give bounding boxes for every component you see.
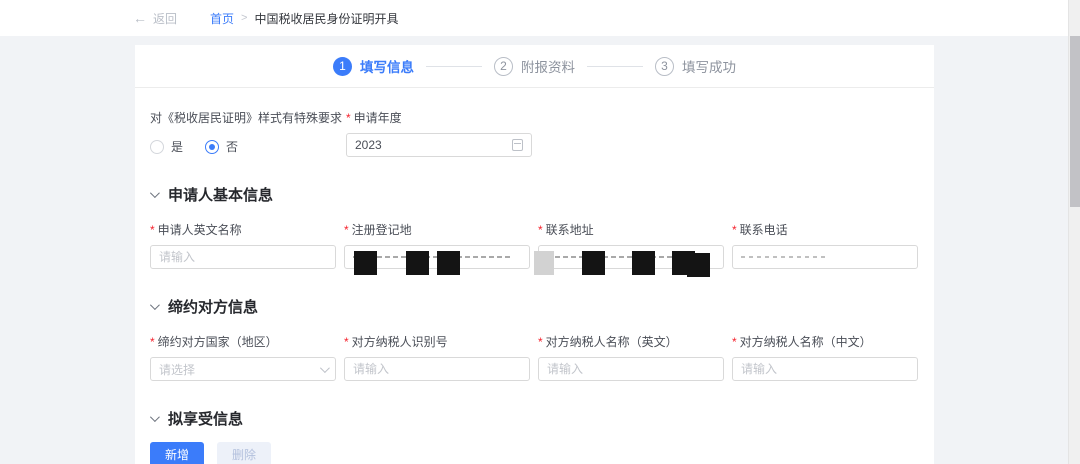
counterpart-name-en-field[interactable] [538, 357, 724, 381]
vertical-scrollbar-thumb[interactable] [1070, 36, 1080, 207]
applicant-en-name-input[interactable] [159, 250, 327, 264]
special-style-radio-group: 是 否 [150, 138, 346, 155]
contact-address-label: * 联系地址 [538, 223, 594, 237]
breadcrumb-home-link[interactable]: 首页 [210, 10, 234, 27]
step-2-label: 附报资料 [521, 60, 575, 75]
counterpart-name-cn-field[interactable] [732, 357, 918, 381]
required-mark: * [346, 111, 351, 125]
top-bar: ← 返回 首页 > 中国税收居民身份证明开具 [0, 0, 1080, 36]
back-label: 返回 [153, 11, 178, 26]
counterpart-name-en-input[interactable] [547, 362, 715, 376]
registration-place-field[interactable] [344, 245, 530, 275]
page-background: 1 填写信息 2 附报资料 3 填写成功 对《税收居民证明》样式有特殊要求 是 … [0, 36, 1080, 464]
treaty-country-select[interactable]: 请选择 [150, 357, 336, 381]
step-1-fill-info: 1 填写信息 [333, 56, 414, 76]
contact-phone-field[interactable] [732, 245, 918, 269]
chevron-down-icon [319, 362, 330, 373]
contact-address-field[interactable] [534, 245, 724, 277]
section-applicant-info[interactable]: 申请人基本信息 [149, 184, 918, 205]
section-treaty-info[interactable]: 缔约对方信息 [149, 296, 918, 317]
special-style-label: 对《税收居民证明》样式有特殊要求 [150, 111, 343, 125]
required-mark: * [732, 223, 737, 237]
step-3-success: 3 填写成功 [655, 56, 736, 76]
redaction-block [406, 251, 429, 275]
apply-year-input[interactable] [355, 138, 512, 152]
calendar-icon[interactable] [511, 139, 523, 151]
radio-yes-icon [150, 139, 164, 154]
add-button[interactable]: 新增 [150, 442, 205, 464]
stepper-connector [426, 65, 482, 67]
redaction-block [437, 251, 460, 275]
step-1-number: 1 [333, 56, 352, 76]
stepper: 1 填写信息 2 附报资料 3 填写成功 [135, 45, 934, 88]
chevron-down-icon [149, 188, 160, 199]
step-3-number: 3 [655, 56, 674, 76]
apply-year-field[interactable] [346, 133, 532, 157]
applicant-en-name-field[interactable] [150, 245, 336, 269]
redacted-blurred-text [547, 256, 688, 258]
delete-button[interactable]: 删除 [217, 442, 272, 464]
step-3-label: 填写成功 [682, 60, 736, 75]
contact-phone-label: * 联系电话 [732, 223, 788, 237]
counterpart-name-en-label: * 对方纳税人名称（英文） [538, 335, 678, 349]
section-benefit-info[interactable]: 拟享受信息 [149, 408, 918, 429]
redaction-block-gray [534, 251, 554, 275]
treaty-country-label: * 缔约对方国家（地区） [150, 335, 278, 349]
apply-year-label: * 申请年度 [346, 111, 402, 125]
chevron-down-icon [149, 412, 160, 423]
breadcrumb-separator: > [241, 12, 248, 24]
radio-no[interactable]: 否 [205, 138, 238, 155]
step-1-label: 填写信息 [360, 60, 414, 75]
redaction-block [632, 251, 655, 275]
breadcrumb: 首页 > 中国税收居民身份证明开具 [210, 10, 398, 27]
step-2-attachments: 2 附报资料 [494, 56, 575, 76]
form-card: 1 填写信息 2 附报资料 3 填写成功 对《税收居民证明》样式有特殊要求 是 … [135, 45, 934, 464]
back-button[interactable]: ← 返回 [133, 10, 177, 27]
required-mark: * [150, 223, 155, 237]
back-arrow-icon: ← [133, 10, 147, 26]
redaction-block [687, 253, 710, 277]
counterpart-tin-label: * 对方纳税人识别号 [344, 335, 448, 349]
section-applicant-title: 申请人基本信息 [168, 187, 274, 204]
required-mark: * [538, 335, 543, 349]
required-mark: * [344, 335, 349, 349]
counterpart-name-cn-label: * 对方纳税人名称（中文） [732, 335, 872, 349]
redacted-blurred-text [741, 256, 825, 258]
stepper-connector [587, 65, 643, 67]
breadcrumb-current: 中国税收居民身份证明开具 [254, 11, 399, 26]
counterpart-tin-input[interactable] [353, 362, 521, 376]
required-mark: * [344, 223, 349, 237]
chevron-down-icon [149, 300, 160, 311]
counterpart-tin-field[interactable] [344, 357, 530, 381]
redaction-block [582, 251, 605, 275]
required-mark: * [732, 335, 737, 349]
section-treaty-title: 缔约对方信息 [168, 299, 259, 316]
section-benefit-title: 拟享受信息 [168, 411, 244, 428]
required-mark: * [150, 335, 155, 349]
vertical-scrollbar-track [1068, 0, 1080, 464]
counterpart-name-cn-input[interactable] [741, 362, 909, 376]
redaction-block [354, 251, 377, 275]
select-placeholder: 请选择 [159, 362, 196, 377]
registration-place-label: * 注册登记地 [344, 223, 412, 237]
radio-yes[interactable]: 是 [150, 138, 183, 155]
required-mark: * [538, 223, 543, 237]
applicant-en-name-label: * 申请人英文名称 [150, 223, 242, 237]
radio-no-icon [205, 139, 220, 154]
radio-no-label: 否 [226, 140, 239, 154]
radio-yes-label: 是 [171, 140, 184, 154]
step-2-number: 2 [494, 56, 513, 76]
